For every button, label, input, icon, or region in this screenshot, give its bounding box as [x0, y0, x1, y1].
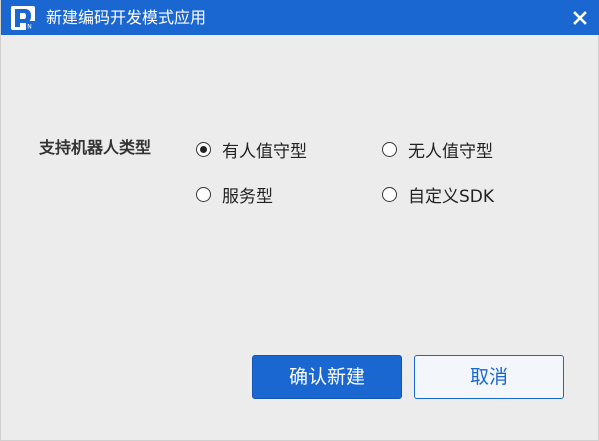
app-logo-icon: N	[11, 6, 35, 31]
radio-service[interactable]: 服务型	[196, 182, 273, 207]
radio-service-indicator[interactable]	[196, 186, 211, 202]
robot-type-label: 支持机器人类型	[39, 138, 152, 157]
radio-custom-sdk-label: 自定义SDK	[408, 186, 495, 207]
radio-attended-indicator[interactable]	[196, 141, 211, 157]
radio-unattended-indicator[interactable]	[382, 141, 397, 157]
radio-attended-label: 有人值守型	[222, 141, 307, 162]
radio-unattended[interactable]: 无人值守型	[382, 137, 493, 162]
radio-service-label: 服务型	[222, 186, 273, 207]
radio-unattended-label: 无人值守型	[408, 141, 493, 162]
radio-custom-sdk[interactable]: 自定义SDK	[382, 182, 495, 207]
cancel-button[interactable]: 取消	[414, 355, 564, 399]
radio-custom-sdk-indicator[interactable]	[382, 186, 397, 202]
title-bar[interactable]: N 新建编码开发模式应用	[1, 0, 599, 35]
svg-text:N: N	[27, 24, 32, 31]
close-icon[interactable]	[570, 8, 590, 28]
window-title: 新建编码开发模式应用	[46, 8, 207, 27]
radio-attended[interactable]: 有人值守型	[196, 137, 307, 162]
confirm-create-button[interactable]: 确认新建	[252, 355, 402, 399]
new-coding-app-dialog: N 新建编码开发模式应用 支持机器人类型 有人值守型 无人值守型 服务型 自定义…	[0, 0, 599, 441]
